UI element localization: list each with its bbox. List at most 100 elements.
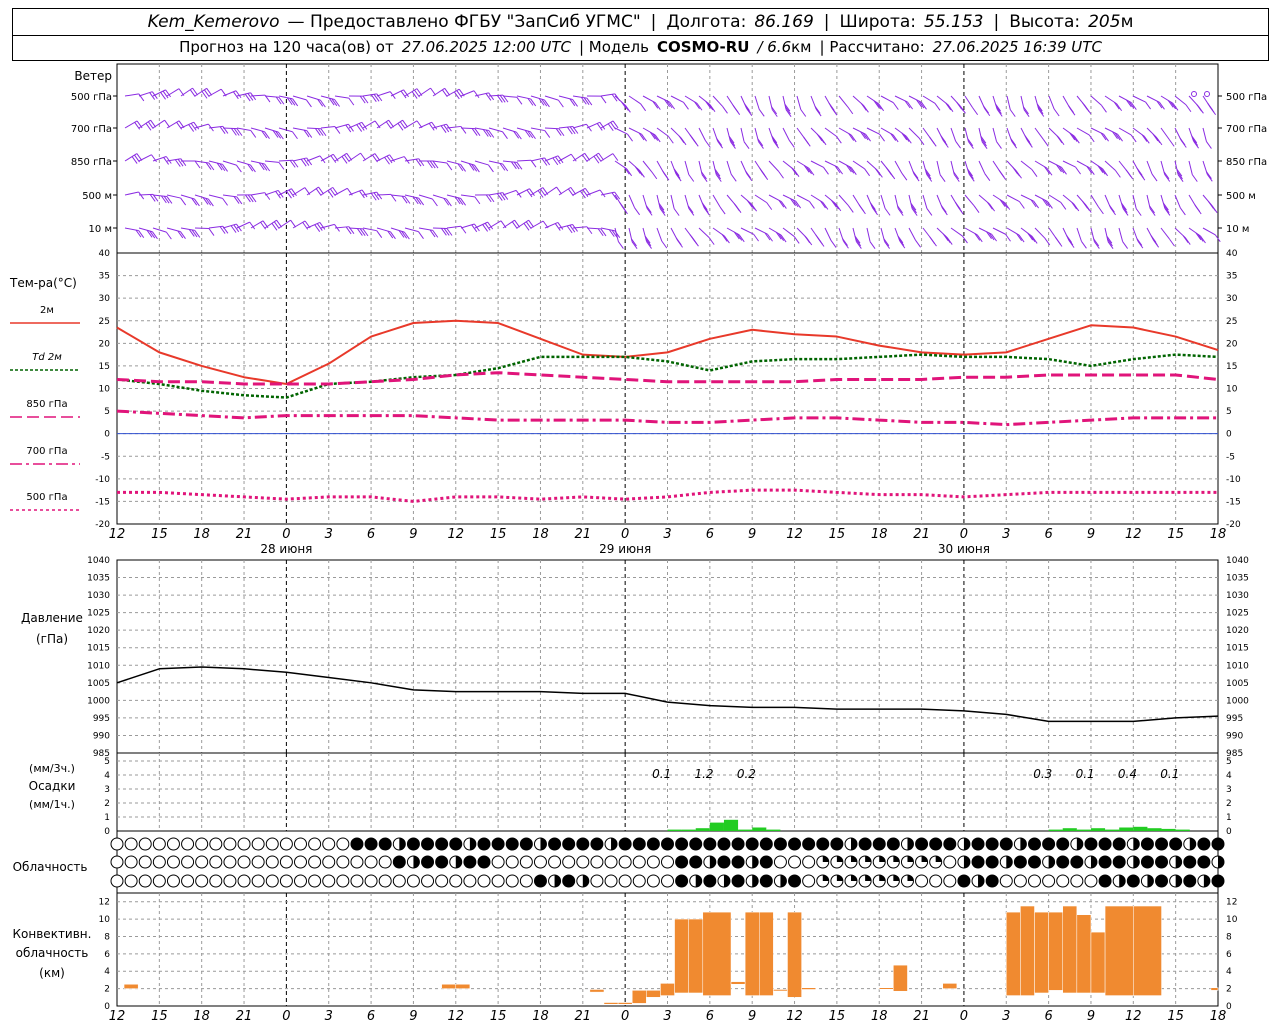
wind-barb-flag xyxy=(1145,101,1152,110)
wind-barb xyxy=(1146,160,1158,182)
cloud-sector xyxy=(1189,838,1196,850)
cloud-cover-symbol xyxy=(1084,855,1098,869)
wind-barb xyxy=(642,227,652,249)
cloud-circle xyxy=(788,874,802,888)
wind-barb-flag xyxy=(758,109,765,117)
cloud-circle xyxy=(802,855,816,869)
cloud-circle xyxy=(294,855,307,869)
wind-barb xyxy=(446,88,465,100)
wind-barb-shaft xyxy=(894,160,903,174)
wind-barb-shaft xyxy=(278,219,291,229)
cloud-cover-symbol xyxy=(604,855,618,869)
wind-barb-flag xyxy=(376,230,383,238)
cloud-circle xyxy=(1155,855,1169,869)
wind-barb-flag xyxy=(1125,169,1132,178)
wind-barb-flag xyxy=(474,128,481,136)
wind-barb-flag xyxy=(877,170,883,178)
hour-tick-label-bottom: 21 xyxy=(913,1009,930,1024)
wind-barb-shaft xyxy=(754,194,768,204)
wind-barb-shaft xyxy=(614,127,628,135)
cloud-circle xyxy=(646,874,660,888)
cloud-cover-symbol xyxy=(1028,855,1041,869)
precip-bar xyxy=(752,827,767,831)
cloud-cover-symbol xyxy=(477,837,491,851)
wind-barb-flag xyxy=(1169,238,1175,247)
cloud-cover-symbol xyxy=(336,855,350,869)
cloud-sector xyxy=(822,856,829,862)
wind-barb xyxy=(866,194,878,216)
wind-barb-flag xyxy=(1029,234,1036,243)
cloud-circle xyxy=(1211,874,1225,888)
wind-barb-flag xyxy=(1042,138,1049,147)
cloud-cover-symbol xyxy=(1070,855,1084,869)
wind-barb-shaft xyxy=(698,127,706,141)
wind-barb xyxy=(264,127,284,140)
wind-level-label: 10 м xyxy=(89,224,112,235)
wind-barb xyxy=(614,95,631,113)
precip-bar xyxy=(1076,829,1091,831)
wind-barb-shaft xyxy=(824,127,837,137)
wind-barb-flag xyxy=(1082,201,1088,209)
wind-barb-shaft xyxy=(572,226,587,229)
wind-barb-flag xyxy=(800,109,807,117)
pres-y-tick: 995 xyxy=(93,714,110,724)
wind-barb xyxy=(838,194,854,213)
precip-bar xyxy=(723,819,739,831)
cloud-circle xyxy=(350,837,364,851)
cloud-circle xyxy=(717,855,731,869)
convective-bar xyxy=(730,981,746,985)
conv-y-tick-right: 6 xyxy=(1226,950,1232,960)
cloud-circle xyxy=(675,837,689,851)
cloud-cover-symbol xyxy=(477,855,491,869)
cloud-cover-symbol xyxy=(279,855,293,869)
cloud-circle xyxy=(477,837,491,851)
cloud-cover-symbol xyxy=(406,855,420,869)
wind-barb xyxy=(208,125,229,135)
wind-barb xyxy=(278,219,297,229)
cloud-cover-symbol xyxy=(971,837,985,851)
wind-barb xyxy=(586,227,607,237)
cloud-sector xyxy=(1218,856,1224,868)
cloud-cover-symbol xyxy=(1155,855,1169,869)
wind-barb-shaft xyxy=(838,194,849,206)
wind-barb-shaft xyxy=(572,95,587,99)
cloud-cover-symbol xyxy=(406,874,420,888)
wind-barb-flag xyxy=(1141,134,1148,142)
cloud-cover-symbol xyxy=(943,855,957,869)
wind-barb-shaft xyxy=(166,88,180,97)
cloud-cover-symbol xyxy=(1197,855,1211,869)
cloud-cover-symbol xyxy=(689,837,703,851)
wind-barb xyxy=(642,95,661,110)
wind-barb-shaft xyxy=(964,95,974,109)
cloud-circle xyxy=(929,874,943,888)
pres-y-tick: 1035 xyxy=(87,574,110,584)
convective-bar xyxy=(589,989,605,993)
wind-barb xyxy=(390,227,410,240)
cloud-cover-symbol xyxy=(703,874,717,888)
pres-y-tick-right: 1020 xyxy=(1226,626,1249,636)
cloud-cover-symbol xyxy=(745,855,759,869)
wind-barb xyxy=(1006,160,1022,179)
prec-unit-3h: (мм/3ч.) xyxy=(29,762,75,775)
wind-barb-shaft xyxy=(1090,194,1099,208)
cloud-sector xyxy=(879,856,886,862)
cloud-circle xyxy=(209,837,223,851)
wind-barb xyxy=(152,119,171,129)
cloud-cover-symbol xyxy=(646,874,660,888)
wind-barb-flag xyxy=(362,228,369,237)
wind-barb xyxy=(1174,194,1186,216)
cloud-cover-symbol xyxy=(872,837,886,851)
wind-barb-flag xyxy=(1009,109,1016,117)
wind-barb-shaft xyxy=(292,187,306,196)
cloud-sector xyxy=(1147,875,1154,887)
cloud-circle xyxy=(336,837,350,851)
cloud-circle xyxy=(1056,874,1070,888)
wind-barb-flag xyxy=(646,208,653,216)
cloud-cover-symbol xyxy=(632,837,646,851)
cloud-cover-symbol xyxy=(1028,837,1041,851)
pres-y-tick: 1005 xyxy=(87,679,110,689)
cloud-cover-symbol xyxy=(279,837,293,851)
wind-barb xyxy=(810,227,825,247)
wind-barb-flag xyxy=(1012,166,1019,175)
wind-barb xyxy=(908,160,920,182)
